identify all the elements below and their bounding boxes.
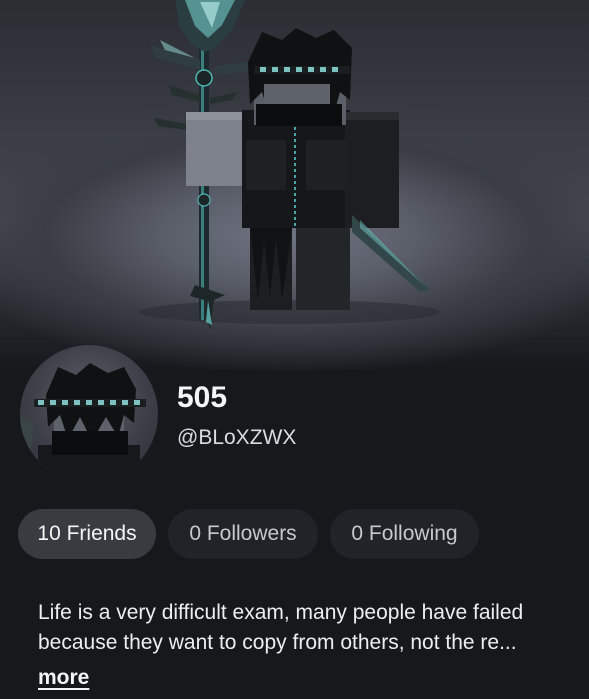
friends-label: 10 Friends bbox=[37, 522, 137, 545]
more-link[interactable]: more bbox=[38, 664, 89, 692]
profile-page: 505 @BLoXZWX 10 Friends 0 Followers 0 Fo… bbox=[0, 0, 589, 699]
following-button[interactable]: 0 Following bbox=[330, 509, 479, 559]
display-name: 505 bbox=[177, 381, 228, 414]
avatar-render bbox=[0, 0, 589, 370]
followers-label: 0 Followers bbox=[189, 522, 297, 545]
followers-button[interactable]: 0 Followers bbox=[168, 509, 318, 559]
friends-button[interactable]: 10 Friends bbox=[18, 509, 156, 559]
bio-text: Life is a very difficult exam, many peop… bbox=[38, 601, 524, 654]
avatar-figure bbox=[140, 0, 440, 330]
username: @BLoXZWX bbox=[177, 426, 297, 449]
following-label: 0 Following bbox=[351, 522, 458, 545]
avatar-headshot[interactable] bbox=[20, 345, 158, 483]
headshot-figure bbox=[20, 363, 146, 483]
